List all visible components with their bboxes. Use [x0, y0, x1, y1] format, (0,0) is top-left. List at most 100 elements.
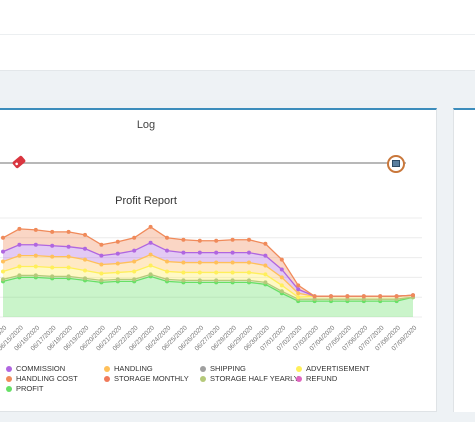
- data-point[interactable]: [148, 224, 153, 229]
- data-point[interactable]: [17, 253, 22, 258]
- data-point[interactable]: [33, 273, 38, 278]
- data-point[interactable]: [197, 270, 202, 275]
- data-point[interactable]: [247, 260, 251, 265]
- data-point[interactable]: [263, 241, 268, 246]
- data-point[interactable]: [148, 240, 153, 245]
- log-slider-track[interactable]: [0, 162, 406, 164]
- data-point[interactable]: [83, 257, 87, 262]
- data-point[interactable]: [115, 261, 120, 266]
- data-point[interactable]: [263, 272, 268, 277]
- data-point[interactable]: [230, 260, 235, 265]
- data-point[interactable]: [165, 235, 169, 240]
- data-point[interactable]: [296, 295, 301, 300]
- data-point[interactable]: [33, 264, 38, 269]
- data-point[interactable]: [66, 265, 71, 270]
- data-point[interactable]: [66, 244, 71, 249]
- data-point[interactable]: [165, 277, 169, 282]
- data-point[interactable]: [1, 259, 5, 264]
- data-point[interactable]: [83, 268, 87, 273]
- data-point[interactable]: [247, 278, 251, 283]
- data-point[interactable]: [33, 227, 38, 232]
- data-point[interactable]: [247, 250, 251, 255]
- legend-item[interactable]: HANDLING: [104, 364, 153, 373]
- data-point[interactable]: [50, 265, 55, 270]
- data-point[interactable]: [17, 273, 22, 278]
- data-point[interactable]: [50, 229, 55, 234]
- data-point[interactable]: [148, 263, 153, 268]
- data-point[interactable]: [296, 287, 301, 292]
- data-point[interactable]: [181, 260, 186, 265]
- data-point[interactable]: [148, 272, 153, 277]
- data-point[interactable]: [66, 254, 71, 259]
- data-point[interactable]: [230, 250, 235, 255]
- data-point[interactable]: [1, 235, 5, 240]
- data-point[interactable]: [197, 278, 202, 283]
- data-point[interactable]: [279, 275, 284, 280]
- data-point[interactable]: [115, 277, 120, 282]
- data-point[interactable]: [394, 294, 399, 299]
- data-point[interactable]: [296, 283, 301, 288]
- data-point[interactable]: [214, 238, 219, 243]
- data-point[interactable]: [165, 259, 169, 264]
- data-point[interactable]: [214, 278, 219, 283]
- data-point[interactable]: [197, 260, 202, 265]
- data-point[interactable]: [197, 238, 202, 243]
- data-point[interactable]: [148, 252, 153, 257]
- tag-icon[interactable]: [10, 153, 28, 171]
- data-point[interactable]: [263, 263, 268, 268]
- data-point[interactable]: [378, 294, 383, 299]
- data-point[interactable]: [33, 253, 38, 258]
- data-point[interactable]: [1, 249, 5, 254]
- legend-item[interactable]: STORAGE MONTHLY: [104, 374, 189, 383]
- data-point[interactable]: [66, 229, 71, 234]
- data-point[interactable]: [33, 242, 38, 247]
- data-point[interactable]: [247, 270, 251, 275]
- data-point[interactable]: [247, 237, 251, 242]
- legend-item[interactable]: REFUND: [296, 374, 337, 383]
- data-point[interactable]: [181, 250, 186, 255]
- data-point[interactable]: [1, 269, 5, 274]
- data-point[interactable]: [17, 226, 22, 231]
- legend-item[interactable]: STORAGE HALF YEARLY: [200, 374, 299, 383]
- data-point[interactable]: [345, 294, 350, 299]
- data-point[interactable]: [214, 260, 219, 265]
- data-point[interactable]: [99, 242, 104, 247]
- data-point[interactable]: [214, 250, 219, 255]
- legend-item[interactable]: SHIPPING: [200, 364, 246, 373]
- data-point[interactable]: [296, 291, 301, 296]
- data-point[interactable]: [17, 242, 22, 247]
- data-point[interactable]: [83, 246, 87, 251]
- data-point[interactable]: [132, 248, 137, 253]
- data-point[interactable]: [279, 283, 284, 288]
- legend-item[interactable]: COMMISSION: [6, 364, 65, 373]
- data-point[interactable]: [263, 253, 268, 258]
- data-point[interactable]: [1, 277, 5, 282]
- data-point[interactable]: [115, 239, 120, 244]
- data-point[interactable]: [181, 278, 186, 283]
- data-point[interactable]: [17, 264, 22, 269]
- data-point[interactable]: [115, 270, 120, 275]
- legend-item[interactable]: PROFIT: [6, 384, 44, 393]
- data-point[interactable]: [99, 262, 104, 267]
- data-point[interactable]: [66, 274, 71, 279]
- slider-handle-right[interactable]: [387, 155, 405, 173]
- data-point[interactable]: [99, 253, 104, 258]
- data-point[interactable]: [263, 280, 268, 285]
- data-point[interactable]: [279, 289, 284, 294]
- data-point[interactable]: [132, 277, 137, 282]
- data-point[interactable]: [50, 254, 55, 259]
- data-point[interactable]: [50, 274, 55, 279]
- data-point[interactable]: [230, 237, 235, 242]
- data-point[interactable]: [197, 250, 202, 255]
- data-point[interactable]: [132, 269, 137, 274]
- data-point[interactable]: [132, 235, 137, 240]
- data-point[interactable]: [181, 270, 186, 275]
- data-point[interactable]: [83, 276, 87, 281]
- data-point[interactable]: [99, 278, 104, 283]
- data-point[interactable]: [279, 267, 284, 272]
- legend-item[interactable]: ADVERTISEMENT: [296, 364, 370, 373]
- data-point[interactable]: [230, 270, 235, 275]
- data-point[interactable]: [132, 259, 137, 264]
- data-point[interactable]: [181, 237, 186, 242]
- data-point[interactable]: [230, 278, 235, 283]
